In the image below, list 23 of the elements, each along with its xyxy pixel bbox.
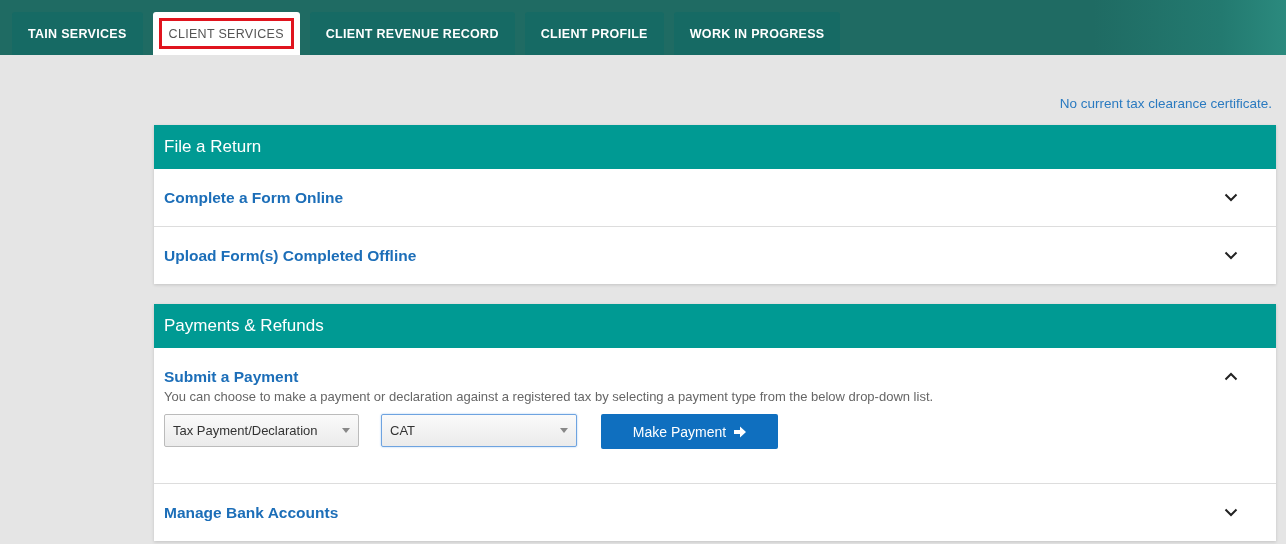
notice-link[interactable]: No current tax clearance certificate. — [1059, 96, 1272, 111]
caret-icon — [342, 428, 350, 433]
nav-tab[interactable]: CLIENT SERVICES — [152, 12, 300, 55]
chevron-icon[interactable] — [1224, 508, 1238, 517]
nav-tab[interactable]: CLIENT PROFILE — [524, 12, 664, 55]
accordion-title[interactable]: Upload Form(s) Completed Offline — [164, 246, 417, 265]
make-payment-button[interactable]: Make Payment — [601, 414, 778, 449]
chevron-icon[interactable] — [1224, 251, 1238, 260]
accordion-title[interactable]: Submit a Payment — [164, 367, 299, 386]
accordion-title[interactable]: Manage Bank Accounts — [164, 503, 339, 522]
nav-tab[interactable]: TAIN SERVICES — [12, 12, 143, 55]
description-text: You can choose to make a payment or declaration against a registered tax by selecting a payment type from the below drop-down list. — [164, 389, 935, 404]
chevron-icon[interactable] — [1224, 193, 1238, 202]
dropdown[interactable]: Tax Payment/Declaration — [164, 414, 359, 447]
nav-tab[interactable]: WORK IN PROGRESS — [673, 12, 841, 55]
dropdown[interactable]: CAT — [381, 414, 577, 447]
arrow-icon — [734, 425, 747, 438]
accordion-title[interactable]: Complete a Form Online — [164, 188, 344, 207]
nav-tab[interactable]: CLIENT REVENUE RECORD — [309, 12, 515, 55]
chevron-icon[interactable] — [1224, 372, 1238, 381]
section-title: Payments & Refunds — [164, 316, 324, 336]
caret-icon — [560, 428, 568, 433]
section-title: File a Return — [164, 137, 262, 157]
